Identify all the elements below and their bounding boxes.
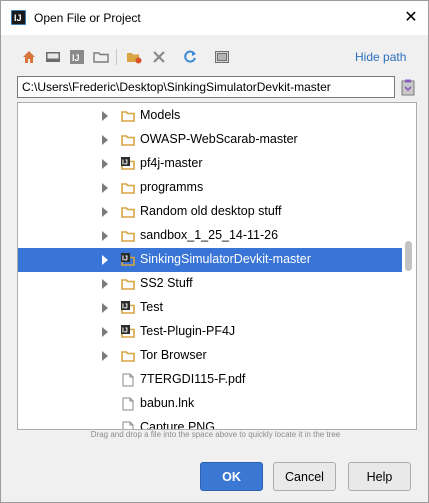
file-icon [122, 373, 134, 387]
svg-text:IJ: IJ [122, 304, 128, 311]
tree-row-label: sandbox_1_25_14-11-26 [140, 228, 279, 242]
help-button[interactable]: Help [348, 462, 411, 491]
project-button[interactable]: IJ [68, 48, 86, 66]
new-folder-button[interactable] [125, 48, 143, 66]
expand-arrow-icon[interactable] [102, 279, 108, 289]
folder-icon [121, 135, 135, 146]
close-icon: ✕ [404, 9, 418, 26]
tree-row[interactable]: SS2 Stuff [18, 272, 402, 296]
toolbar: IJ Hide path [1, 35, 428, 77]
svg-text:IJ: IJ [14, 13, 22, 23]
home-icon [23, 51, 35, 63]
tree-row-label: pf4j-master [140, 156, 203, 170]
show-hidden-icon [215, 51, 229, 63]
expand-arrow-icon[interactable] [102, 135, 108, 145]
tree-row[interactable]: OWASP-WebScarab-master [18, 128, 402, 152]
tree-row[interactable]: IJ Test-Plugin-PF4J [18, 320, 402, 344]
close-button[interactable]: ✕ [397, 4, 425, 30]
svg-text:IJ: IJ [122, 256, 128, 263]
project-folder-icon: IJ [121, 301, 135, 314]
svg-text:IJ: IJ [122, 328, 128, 335]
title-bar: IJ Open File or Project ✕ [1, 1, 428, 35]
dialog-window: IJ Open File or Project ✕ IJ Hide path C… [0, 0, 429, 503]
tree-row[interactable]: babun.lnk [18, 392, 402, 416]
desktop-icon [46, 52, 60, 62]
tree-row[interactable]: Tor Browser [18, 344, 402, 368]
folder-icon [121, 351, 135, 362]
show-hidden-button[interactable] [213, 48, 231, 66]
tree-row[interactable]: Capture.PNG [18, 416, 402, 430]
folder-icon [121, 279, 135, 290]
tree-row-label: Tor Browser [140, 348, 207, 362]
svg-text:IJ: IJ [72, 53, 80, 63]
folder-icon [121, 231, 135, 242]
folder-icon [121, 111, 135, 122]
delete-icon [153, 51, 165, 63]
tree-row-label: babun.lnk [140, 396, 195, 410]
file-tree[interactable]: Models OWASP-WebScarab-master IJ pf4j-maste… [17, 102, 417, 430]
expand-arrow-icon[interactable] [102, 303, 108, 313]
file-icon [122, 421, 134, 429]
module-button[interactable] [92, 48, 110, 66]
intellij-app-icon: IJ [11, 10, 26, 25]
cancel-button[interactable]: Cancel [273, 462, 336, 491]
expand-arrow-icon[interactable] [102, 159, 108, 169]
project-icon: IJ [70, 50, 84, 64]
expand-arrow-icon[interactable] [102, 327, 108, 337]
desktop-button[interactable] [44, 48, 62, 66]
expand-arrow-icon[interactable] [102, 255, 108, 265]
tree-row[interactable]: IJ Test [18, 296, 402, 320]
expand-arrow-icon[interactable] [102, 207, 108, 217]
new-folder-icon [127, 53, 142, 64]
svg-text:IJ: IJ [122, 160, 128, 167]
expand-arrow-icon[interactable] [102, 183, 108, 193]
path-input[interactable]: C:\Users\Frederic\Desktop\SinkingSimulat… [17, 76, 395, 98]
window-title: Open File or Project [34, 11, 141, 25]
module-icon [93, 52, 109, 63]
refresh-button[interactable] [181, 48, 199, 66]
project-folder-icon: IJ [121, 325, 135, 338]
path-history-icon[interactable] [401, 79, 415, 96]
expand-arrow-icon[interactable] [102, 111, 108, 121]
drag-drop-hint: Drag and drop a file into the space abov… [90, 430, 341, 439]
folder-icon [121, 183, 135, 194]
scrollbar-thumb[interactable] [405, 241, 412, 271]
expand-arrow-icon[interactable] [102, 351, 108, 361]
hide-path-link[interactable]: Hide path [355, 50, 406, 64]
ok-button[interactable]: OK [200, 462, 263, 491]
tree-row[interactable]: IJ pf4j-master [18, 152, 402, 176]
tree-row-label: programms [140, 180, 204, 194]
tree-row[interactable]: IJ SinkingSimulatorDevkit-master [18, 248, 402, 272]
refresh-icon [184, 50, 196, 63]
tree-row-label: Capture.PNG [140, 420, 216, 430]
tree-row-label: SinkingSimulatorDevkit-master [140, 252, 311, 266]
tree-row-label: Test-Plugin-PF4J [140, 324, 236, 338]
file-icon [122, 397, 134, 411]
tree-row-label: Random old desktop stuff [140, 204, 282, 218]
path-row: C:\Users\Frederic\Desktop\SinkingSimulat… [17, 76, 417, 100]
tree-row[interactable]: sandbox_1_25_14-11-26 [18, 224, 402, 248]
tree-row-label: Test [140, 300, 163, 314]
folder-icon [121, 207, 135, 218]
tree-scrollbar[interactable] [402, 103, 415, 429]
tree-row-label: Models [140, 108, 181, 122]
expand-arrow-icon[interactable] [102, 231, 108, 241]
tree-row-label: SS2 Stuff [140, 276, 193, 290]
tree-row[interactable]: Models [18, 104, 402, 128]
toolbar-separator [116, 49, 117, 65]
tree-row[interactable]: programms [18, 176, 402, 200]
project-folder-icon: IJ [121, 253, 135, 266]
tree-row-label: 7TERGDI115-F.pdf [140, 372, 246, 386]
tree-row[interactable]: Random old desktop stuff [18, 200, 402, 224]
tree-row-label: OWASP-WebScarab-master [140, 132, 298, 146]
tree-row[interactable]: 7TERGDI115-F.pdf [18, 368, 402, 392]
project-folder-icon: IJ [121, 157, 135, 170]
home-button[interactable] [20, 48, 38, 66]
delete-button[interactable] [150, 48, 168, 66]
